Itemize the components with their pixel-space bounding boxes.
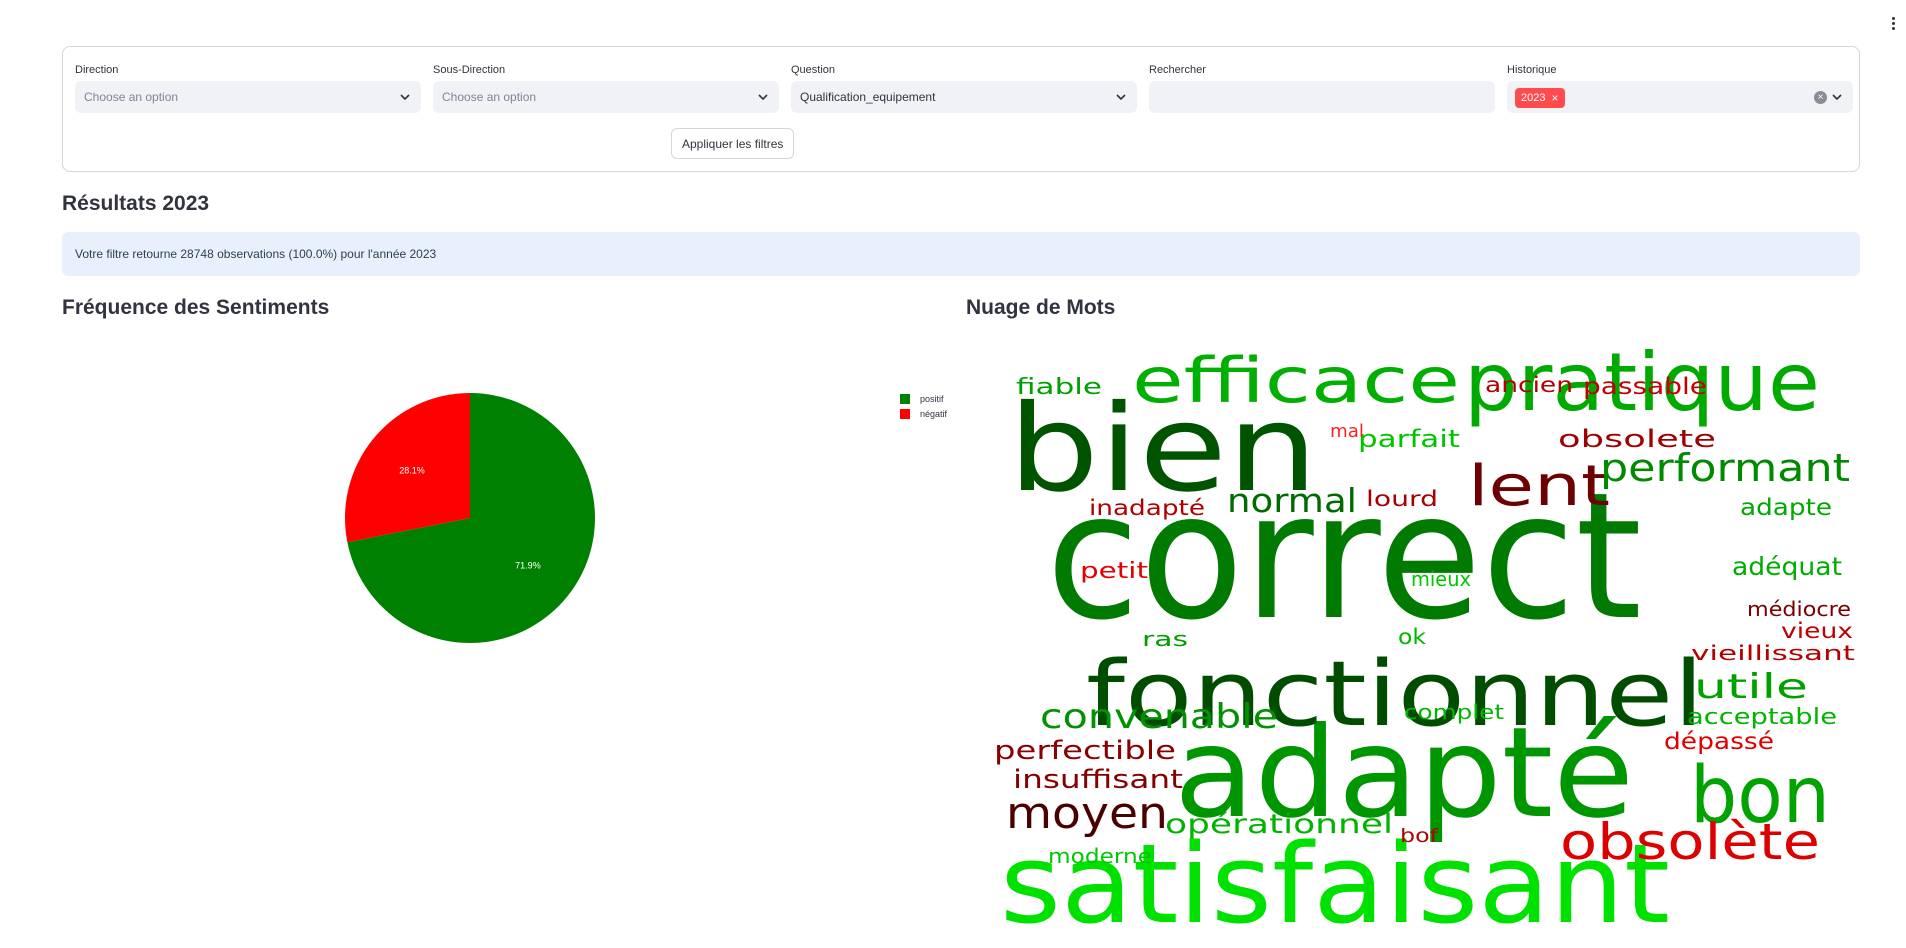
- clear-icon[interactable]: ×: [1814, 91, 1827, 104]
- legend-swatch-negatif: [900, 408, 910, 419]
- word-cloud-word: fiable: [1016, 375, 1102, 400]
- word-cloud-word: ras: [1142, 627, 1188, 651]
- search-filter: Rechercher: [1149, 63, 1495, 121]
- sentiment-chart-title: Fréquence des Sentiments: [62, 296, 330, 319]
- pie-label-negatif: 28.1%: [399, 465, 425, 475]
- pie-legend: positif négatif: [900, 391, 947, 421]
- legend-item-negatif[interactable]: négatif: [900, 406, 947, 421]
- word-cloud-word: mieux: [1411, 567, 1471, 591]
- word-cloud-word: moyen: [1006, 788, 1168, 839]
- question-value: Qualification_equipement: [800, 90, 936, 104]
- question-filter: Question Qualification_equipement: [791, 63, 1137, 121]
- chevron-down-icon[interactable]: [1831, 91, 1843, 103]
- word-cloud-word: moderne: [1048, 844, 1152, 868]
- direction-select[interactable]: Choose an option: [75, 81, 421, 113]
- legend-swatch-positif: [900, 393, 910, 404]
- direction-value: Choose an option: [84, 90, 179, 104]
- results-info-text: Votre filtre retourne 28748 observations…: [75, 247, 437, 261]
- historique-label: Historique: [1507, 64, 1557, 76]
- results-title: Résultats 2023: [62, 192, 210, 215]
- word-cloud-word: adéquat: [1732, 552, 1842, 581]
- apply-filters-button[interactable]: Appliquer les filtres: [671, 128, 795, 159]
- sous-direction-filter: Sous-Direction Choose an option: [433, 63, 779, 121]
- question-label: Question: [791, 64, 836, 76]
- word-cloud-word: convenable: [1040, 697, 1278, 737]
- word-cloud-word: parfait: [1358, 425, 1460, 453]
- sous-direction-select[interactable]: Choose an option: [433, 81, 779, 113]
- pie-label-positif: 71.9%: [515, 561, 541, 571]
- word-cloud-word: médiocre: [1747, 597, 1851, 621]
- word-cloud-word: opérationnel: [1165, 809, 1393, 840]
- legend-label-negatif: négatif: [920, 408, 948, 419]
- word-cloud-word: insuffisant: [1013, 765, 1183, 795]
- word-cloud-word: perfectible: [994, 736, 1176, 766]
- word-cloud-word: obsolète: [1560, 813, 1820, 871]
- word-cloud-word: normal: [1227, 481, 1357, 520]
- direction-label: Direction: [75, 64, 119, 76]
- main-menu-icon[interactable]: [1888, 16, 1898, 32]
- word-cloud-word: petit: [1080, 559, 1148, 584]
- word-cloud-word: dépassé: [1664, 729, 1774, 755]
- search-input[interactable]: [1149, 81, 1495, 113]
- word-cloud-word: bof: [1400, 825, 1440, 847]
- chevron-down-icon: [1116, 94, 1126, 101]
- word-cloud-word: inadapté: [1089, 496, 1205, 520]
- word-cloud-word: mal: [1330, 421, 1364, 442]
- remove-chip-icon[interactable]: ×: [1551, 88, 1558, 108]
- sous-direction-value: Choose an option: [442, 90, 537, 104]
- word-cloud-word: ancien: [1485, 373, 1573, 397]
- word-cloud-word: obsolete: [1558, 425, 1716, 453]
- chevron-down-icon: [758, 94, 768, 101]
- word-cloud-word: vieillissant: [1691, 641, 1855, 665]
- word-cloud-word: lourd: [1366, 487, 1438, 511]
- word-cloud: correctsatisfaisantadaptébienfonctionnel…: [994, 336, 1855, 948]
- year-chip[interactable]: 2023 ×: [1515, 88, 1565, 108]
- word-cloud-word: utile: [1694, 667, 1808, 707]
- chevron-down-icon: [400, 94, 410, 101]
- legend-label-positif: positif: [920, 393, 944, 404]
- word-cloud-word: acceptable: [1687, 705, 1837, 730]
- historique-filter: Historique 2023 × ×: [1507, 63, 1853, 121]
- word-cloud-word: efficace: [1132, 344, 1460, 417]
- word-cloud-word: passable: [1583, 374, 1707, 400]
- sous-direction-label: Sous-Direction: [433, 64, 506, 76]
- wordcloud-title: Nuage de Mots: [966, 296, 1116, 319]
- question-select[interactable]: Qualification_equipement: [791, 81, 1137, 113]
- word-cloud-word: ok: [1398, 625, 1427, 649]
- results-info-box: Votre filtre retourne 28748 observations…: [62, 232, 1860, 276]
- filter-panel: Direction Choose an option Sous-Directio…: [62, 46, 1860, 172]
- historique-multiselect[interactable]: 2023 × ×: [1507, 81, 1853, 113]
- word-cloud-word: lent: [1468, 454, 1610, 519]
- direction-filter: Direction Choose an option: [75, 63, 421, 121]
- word-cloud-word: vieux: [1781, 619, 1853, 643]
- search-label: Rechercher: [1149, 64, 1206, 76]
- year-chip-label: 2023: [1521, 92, 1546, 104]
- word-cloud-word: adapte: [1740, 495, 1832, 521]
- sentiment-pie-chart: 71.9% 28.1%: [345, 393, 595, 643]
- legend-item-positif[interactable]: positif: [900, 391, 947, 406]
- word-cloud-word: complet: [1404, 700, 1504, 724]
